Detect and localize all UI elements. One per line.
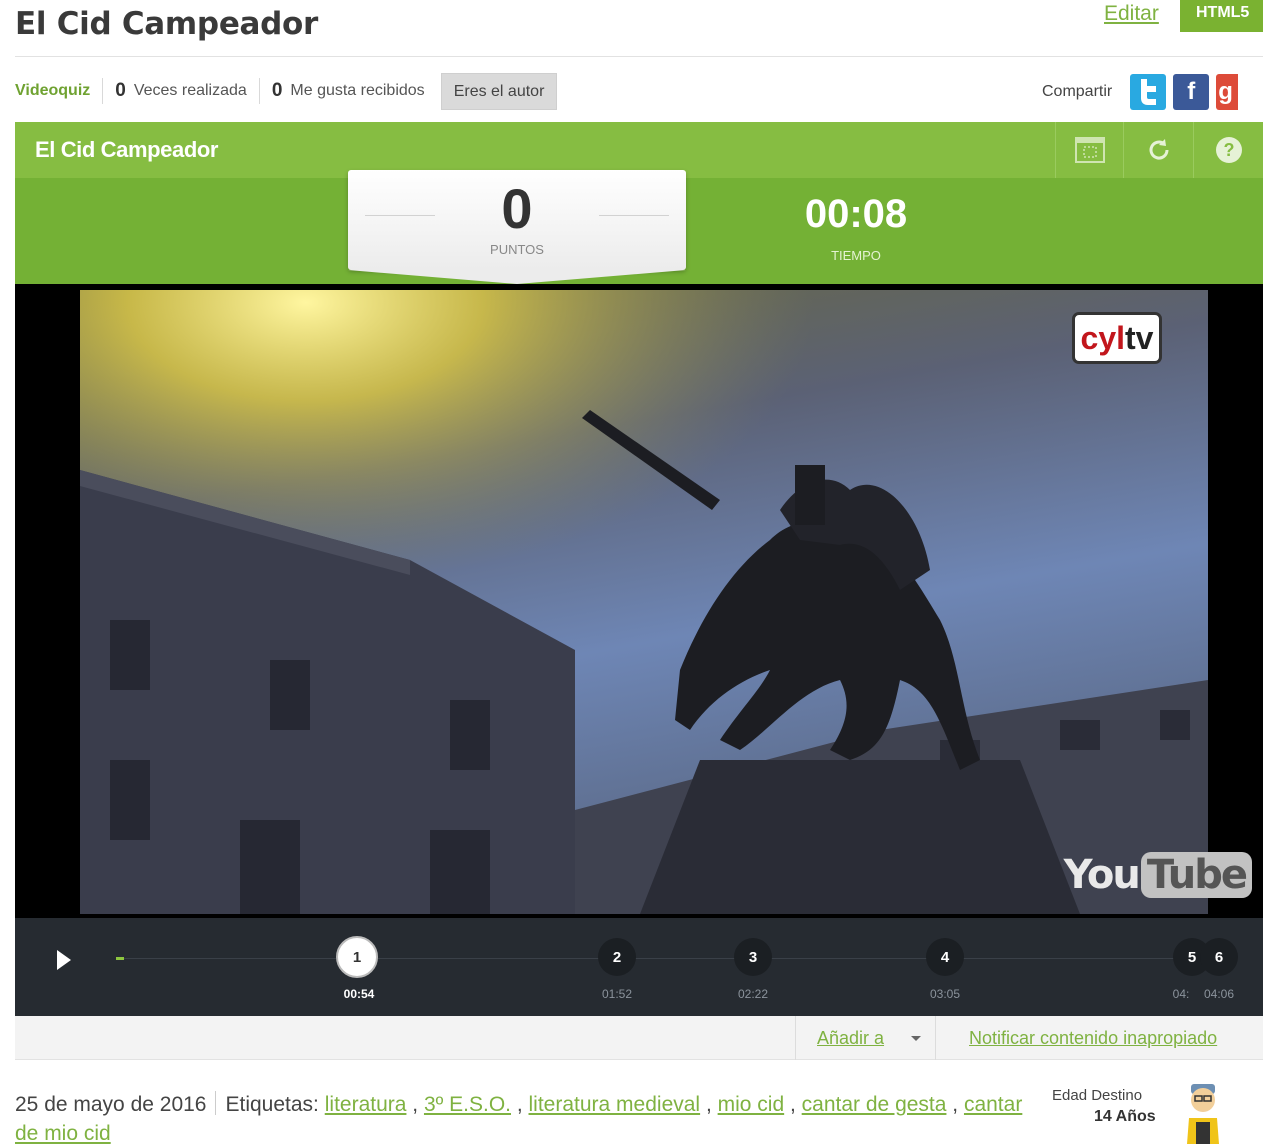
score-label: PUNTOS xyxy=(490,242,544,257)
time-value: 00:08 xyxy=(804,192,908,236)
quiz-title: El Cid Campeador xyxy=(35,137,219,162)
publish-date: 25 de mayo de 2016 xyxy=(15,1093,207,1116)
age-avatar-icon xyxy=(1187,1084,1219,1144)
tag-link[interactable]: mio cid xyxy=(718,1093,785,1116)
video-timeline: 1 00:54 2 01:52 3 02:22 4 03:05 5 04: 6 … xyxy=(15,918,1263,1016)
plays-label: Veces realizada xyxy=(133,82,247,99)
likes-label: Me gusta recibidos xyxy=(290,82,425,99)
divider xyxy=(935,1016,936,1060)
question-marker-1[interactable]: 1 xyxy=(336,936,378,978)
youtube-logo[interactable]: You Tube xyxy=(1064,852,1252,898)
tag-link[interactable]: cantar de gesta xyxy=(802,1093,947,1116)
quiz-tools: ? xyxy=(1055,122,1263,178)
fullscreen-icon[interactable] xyxy=(1055,122,1123,178)
activity-footer: 25 de mayo de 2016 Etiquetas: literatura … xyxy=(15,1091,1023,1144)
plays-count: 0 xyxy=(115,80,126,101)
header-divider xyxy=(15,56,1263,57)
tags-label: Etiquetas: xyxy=(225,1093,319,1116)
question-time-2: 01:52 xyxy=(601,987,633,1001)
question-marker-4[interactable]: 4 xyxy=(926,938,964,976)
tag-link[interactable]: literatura medieval xyxy=(529,1093,701,1116)
timeline-track[interactable] xyxy=(116,958,1226,959)
twitter-icon[interactable] xyxy=(1130,74,1167,110)
video-scene xyxy=(80,290,1208,914)
time-label: TIEMPO xyxy=(831,248,881,263)
divider xyxy=(258,78,260,104)
tag-link[interactable]: literatura xyxy=(325,1093,407,1116)
divider xyxy=(795,1016,796,1060)
activity-type[interactable]: Videoquiz xyxy=(15,82,90,100)
question-marker-3[interactable]: 3 xyxy=(734,938,772,976)
question-marker-6[interactable]: 6 xyxy=(1200,938,1238,976)
question-time-4: 03:05 xyxy=(929,987,961,1001)
divider xyxy=(102,78,104,104)
progress-indicator xyxy=(116,957,124,960)
score-card: 0 PUNTOS xyxy=(348,170,686,284)
score-value: 0 xyxy=(501,177,533,240)
google-plus-icon[interactable]: g xyxy=(1216,74,1239,110)
edit-link[interactable]: Editar xyxy=(1104,2,1159,26)
author-button[interactable]: Eres el autor xyxy=(440,72,558,110)
play-icon[interactable] xyxy=(57,950,71,970)
restart-icon[interactable] xyxy=(1123,122,1193,178)
report-link[interactable]: Notificar contenido inapropiado xyxy=(969,1028,1217,1049)
target-age-value: 14 Años xyxy=(1094,1108,1156,1125)
likes-count: 0 xyxy=(271,80,283,101)
channel-logo: cyl tv xyxy=(1072,312,1162,364)
question-time-6: 04:06 xyxy=(1203,987,1235,1001)
svg-text:?: ? xyxy=(1223,140,1234,160)
question-time-1: 00:54 xyxy=(343,987,375,1001)
tag-link[interactable]: 3º E.S.O. xyxy=(424,1093,511,1116)
activity-meta: Videoquiz 0 Veces realizada 0 Me gusta r… xyxy=(15,72,558,110)
question-marker-2[interactable]: 2 xyxy=(598,938,636,976)
help-icon[interactable]: ? xyxy=(1193,122,1263,178)
video-frame[interactable]: cyl tv xyxy=(80,290,1208,914)
share-label: Compartir xyxy=(1042,83,1113,100)
question-time-3: 02:22 xyxy=(737,987,769,1001)
actions-bar: Añadir a Notificar contenido inapropiado xyxy=(15,1016,1263,1060)
share-area: Compartir f g xyxy=(1042,74,1239,110)
add-to-link[interactable]: Añadir a xyxy=(817,1028,884,1049)
target-age-label: Edad Destino xyxy=(1052,1087,1143,1104)
facebook-icon[interactable]: f xyxy=(1173,74,1210,110)
html5-badge: HTML5 xyxy=(1180,0,1263,32)
divider xyxy=(215,1091,217,1115)
video-player[interactable]: cyl tv You Tube xyxy=(15,284,1263,918)
chevron-down-icon[interactable] xyxy=(911,1036,921,1041)
page-title: El Cid Campeador xyxy=(15,6,319,42)
